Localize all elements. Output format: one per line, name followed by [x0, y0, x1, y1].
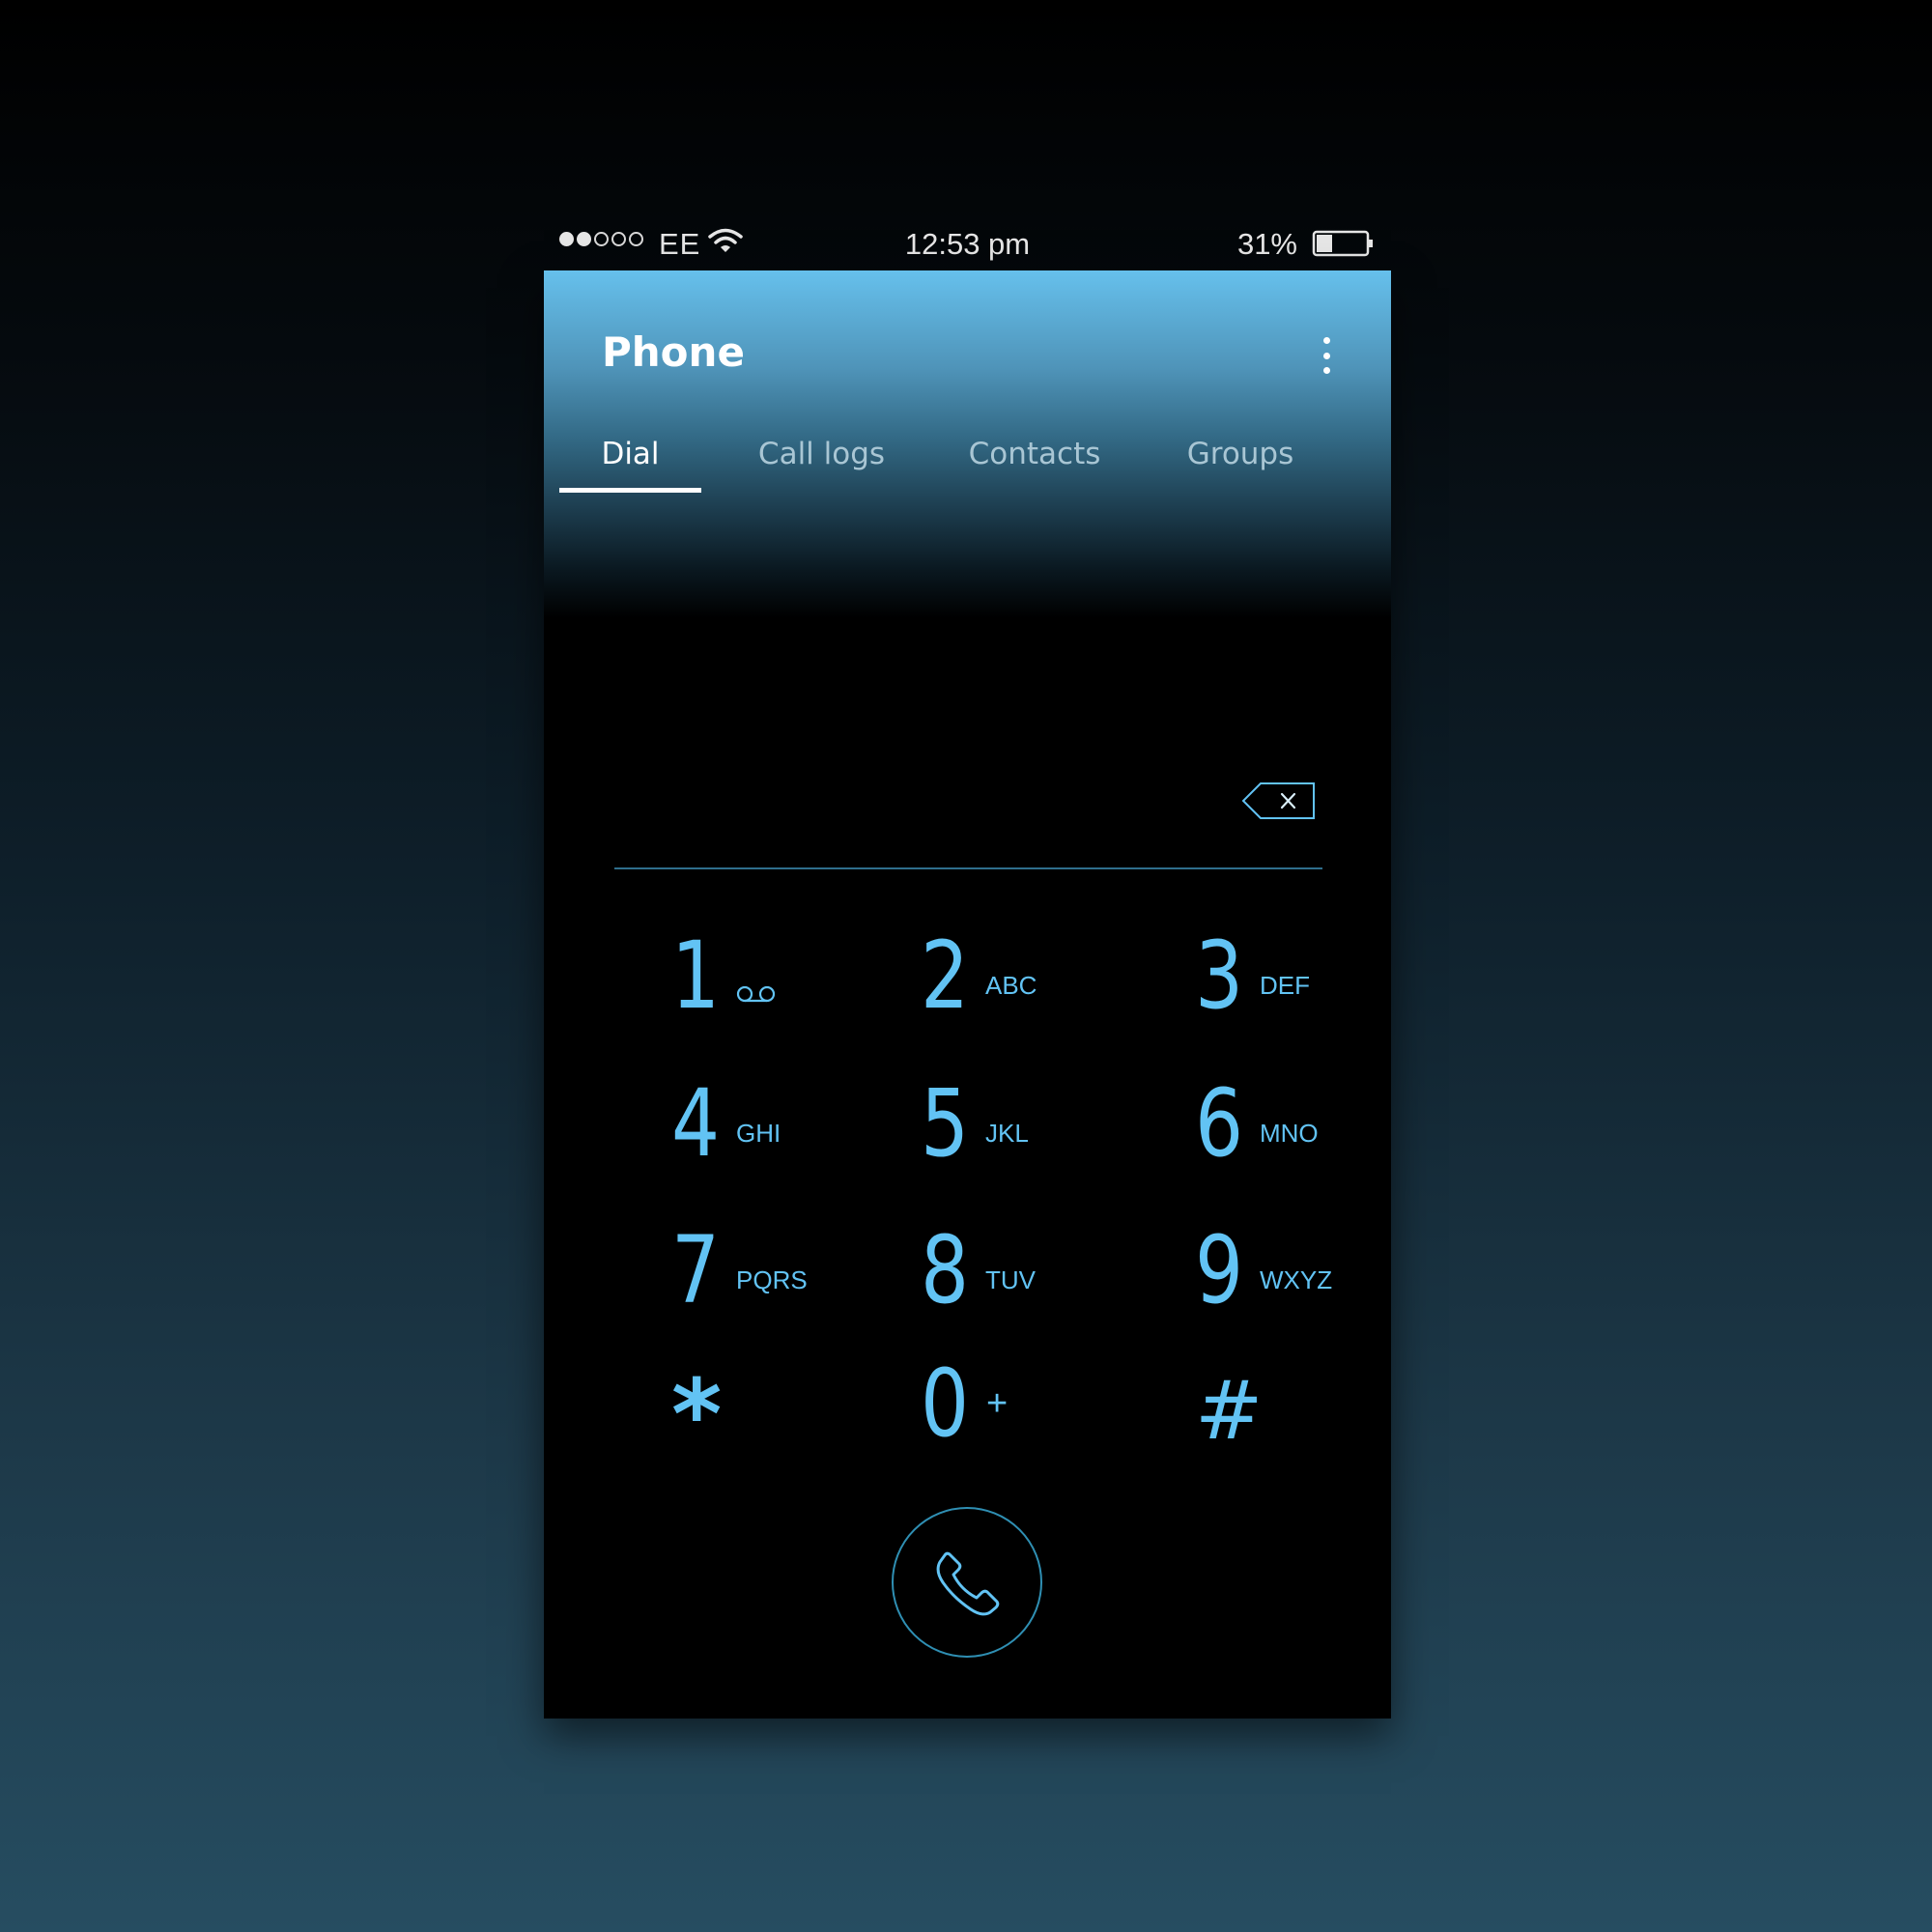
key-digit: 0: [921, 1350, 970, 1458]
key-letters: +: [986, 1383, 1009, 1424]
key-2[interactable]: 2 ABC: [921, 923, 1114, 1038]
key-0[interactable]: 0 +: [921, 1350, 1114, 1466]
key-8[interactable]: 8 TUV: [921, 1217, 1114, 1333]
key-hash[interactable]: #: [1195, 1357, 1388, 1473]
key-letters: DEF: [1260, 971, 1310, 1000]
key-digit: 9: [1195, 1216, 1244, 1324]
key-star[interactable]: *: [671, 1348, 865, 1471]
phone-icon: [936, 1551, 1000, 1616]
key-5[interactable]: 5 JKL: [921, 1070, 1114, 1186]
key-4[interactable]: 4 GHI: [671, 1070, 865, 1186]
key-letters: JKL: [985, 1119, 1029, 1148]
key-digit: #: [1195, 1363, 1264, 1458]
call-button[interactable]: [892, 1507, 1042, 1658]
phone-screen: Phone Dial Call logs Contacts Groups 1 2…: [544, 270, 1391, 1719]
key-letters: TUV: [985, 1265, 1036, 1294]
key-3[interactable]: 3 DEF: [1195, 923, 1388, 1038]
key-digit: 1: [671, 922, 721, 1030]
key-digit: *: [671, 1358, 723, 1471]
key-letters: WXYZ: [1260, 1265, 1333, 1294]
key-digit: 2: [921, 922, 970, 1030]
battery-icon: [1312, 230, 1373, 257]
key-7[interactable]: 7 PQRS: [671, 1217, 865, 1333]
dial-keypad: 1 2 ABC 3 DEF 4 GHI 5 JKL 6 MNO 7 PQRS 8…: [544, 270, 1391, 1719]
key-digit: 4: [671, 1069, 721, 1178]
key-6[interactable]: 6 MNO: [1195, 1070, 1388, 1186]
key-digit: 7: [671, 1216, 721, 1324]
key-1[interactable]: 1: [671, 923, 865, 1038]
voicemail-icon: [736, 985, 776, 1003]
key-digit: 6: [1195, 1069, 1244, 1178]
battery-percent: 31%: [1236, 227, 1297, 261]
key-digit: 5: [921, 1069, 970, 1178]
key-digit: 8: [921, 1216, 970, 1324]
key-letters: MNO: [1260, 1119, 1319, 1148]
key-letters: GHI: [736, 1119, 781, 1148]
key-letters: ABC: [985, 971, 1037, 1000]
key-9[interactable]: 9 WXYZ: [1195, 1217, 1388, 1333]
status-bar: EE 12:53 pm 31%: [544, 220, 1391, 270]
key-digit: 3: [1195, 922, 1244, 1030]
key-letters: PQRS: [736, 1265, 808, 1294]
